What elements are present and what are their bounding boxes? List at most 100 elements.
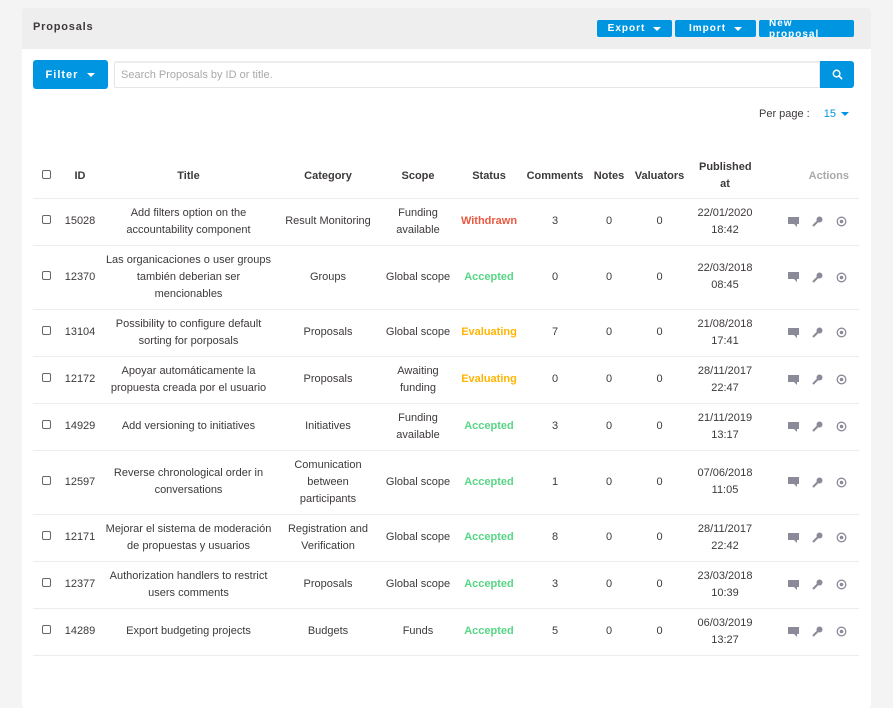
key-icon[interactable]	[811, 216, 823, 228]
row-actions	[761, 245, 859, 310]
table-row: 14289 Export budgeting projects Budgets …	[33, 608, 859, 656]
row-published-at: 07/06/2018 11:05	[689, 450, 761, 515]
table-body: 15028 Add filters option on the accounta…	[33, 198, 859, 656]
per-page-select[interactable]: 15	[824, 108, 849, 120]
row-title[interactable]: Add filters option on the accountability…	[101, 198, 276, 246]
row-published-at: 22/03/2018 08:45	[689, 245, 761, 310]
row-comments: 5	[522, 608, 588, 656]
row-title[interactable]: Las organicaciones o user groups también…	[101, 245, 276, 310]
row-notes: 0	[588, 514, 630, 562]
key-icon[interactable]	[811, 327, 823, 339]
row-time: 08:45	[711, 279, 739, 291]
row-published-at: 21/08/2018 17:41	[689, 309, 761, 357]
row-checkbox[interactable]	[41, 270, 51, 280]
page-title: Proposals	[33, 21, 94, 33]
row-category: Result Monitoring	[276, 198, 380, 246]
comment-icon[interactable]	[787, 579, 799, 591]
comment-icon[interactable]	[787, 532, 799, 544]
col-status[interactable]: Status	[456, 155, 522, 199]
eye-icon[interactable]	[835, 216, 847, 228]
filter-button[interactable]: Filter	[33, 60, 108, 89]
row-checkbox[interactable]	[41, 625, 51, 634]
col-comments[interactable]: Comments	[522, 155, 588, 199]
row-title[interactable]: Authorization handlers to restrict users…	[101, 561, 276, 609]
eye-icon[interactable]	[835, 626, 847, 638]
row-checkbox[interactable]	[41, 420, 51, 429]
new-proposal-button[interactable]: New proposal	[759, 18, 854, 40]
eye-icon[interactable]	[835, 476, 847, 488]
key-icon[interactable]	[811, 579, 823, 591]
comment-icon[interactable]	[787, 216, 799, 228]
card-header: Proposals Export Import New proposal	[22, 8, 871, 49]
row-checkbox[interactable]	[41, 578, 51, 587]
caret-down-icon	[734, 26, 743, 31]
row-date: 23/03/2018	[697, 569, 753, 582]
col-notes[interactable]: Notes	[588, 155, 630, 199]
row-checkbox[interactable]	[41, 326, 51, 335]
comment-icon[interactable]	[787, 626, 799, 638]
row-select-cell	[33, 608, 59, 656]
caret-down-icon	[87, 72, 96, 77]
key-icon[interactable]	[811, 532, 823, 544]
comment-icon[interactable]	[787, 374, 799, 386]
row-comments: 8	[522, 514, 588, 562]
row-title[interactable]: Mejorar el sistema de moderación de prop…	[101, 514, 276, 562]
key-icon[interactable]	[811, 476, 823, 488]
row-valuators: 0	[630, 309, 689, 357]
row-title[interactable]: Export budgeting projects	[101, 608, 276, 656]
select-all-checkbox[interactable]	[41, 169, 51, 179]
header-actions: Export Import New proposal	[597, 18, 854, 40]
col-published-at[interactable]: Published at	[689, 155, 761, 199]
row-status: Accepted	[456, 561, 522, 609]
comment-icon[interactable]	[787, 476, 799, 488]
eye-icon[interactable]	[835, 579, 847, 591]
row-actions	[761, 514, 859, 562]
row-actions	[761, 450, 859, 515]
key-icon[interactable]	[811, 421, 823, 433]
row-title[interactable]: Add versioning to initiatives	[101, 403, 276, 451]
key-icon[interactable]	[811, 374, 823, 386]
row-scope: Global scope	[380, 561, 456, 609]
filter-label: Filter	[45, 68, 79, 81]
key-icon[interactable]	[811, 271, 823, 283]
col-valuators[interactable]: Valuators	[630, 155, 689, 199]
row-notes: 0	[588, 608, 630, 656]
eye-icon[interactable]	[835, 327, 847, 339]
col-title[interactable]: Title	[101, 155, 276, 199]
eye-icon[interactable]	[835, 421, 847, 433]
row-valuators: 0	[630, 198, 689, 246]
row-checkbox[interactable]	[41, 475, 51, 485]
row-time: 22:47	[711, 381, 739, 394]
eye-icon[interactable]	[835, 271, 847, 283]
col-actions: Actions	[761, 155, 859, 199]
row-select-cell	[33, 245, 59, 310]
comment-icon[interactable]	[787, 271, 799, 283]
row-title[interactable]: Apoyar automáticamente la propuesta crea…	[101, 356, 276, 404]
row-comments: 3	[522, 198, 588, 246]
comment-icon[interactable]	[787, 421, 799, 433]
eye-icon[interactable]	[835, 532, 847, 544]
col-category[interactable]: Category	[276, 155, 380, 199]
key-icon[interactable]	[811, 626, 823, 638]
row-scope: Awaiting funding	[380, 356, 456, 404]
row-notes: 0	[588, 245, 630, 310]
caret-down-icon	[653, 26, 662, 31]
eye-icon[interactable]	[835, 374, 847, 386]
row-date: 28/11/2017	[697, 522, 753, 535]
row-checkbox[interactable]	[41, 373, 51, 382]
row-id: 12377	[59, 561, 101, 609]
import-button[interactable]: Import	[675, 20, 756, 37]
row-title[interactable]: Reverse chronological order in conversat…	[101, 450, 276, 515]
export-button[interactable]: Export	[597, 20, 672, 37]
search-button[interactable]	[820, 61, 854, 88]
row-title[interactable]: Possibility to configure default sorting…	[101, 309, 276, 357]
row-notes: 0	[588, 561, 630, 609]
comment-icon[interactable]	[787, 327, 799, 339]
col-scope[interactable]: Scope	[380, 155, 456, 199]
row-checkbox[interactable]	[41, 215, 51, 224]
row-actions	[761, 608, 859, 656]
row-date: 21/08/2018	[697, 317, 753, 330]
search-input[interactable]	[114, 61, 820, 88]
col-id[interactable]: ID	[59, 155, 101, 199]
row-checkbox[interactable]	[41, 531, 51, 540]
